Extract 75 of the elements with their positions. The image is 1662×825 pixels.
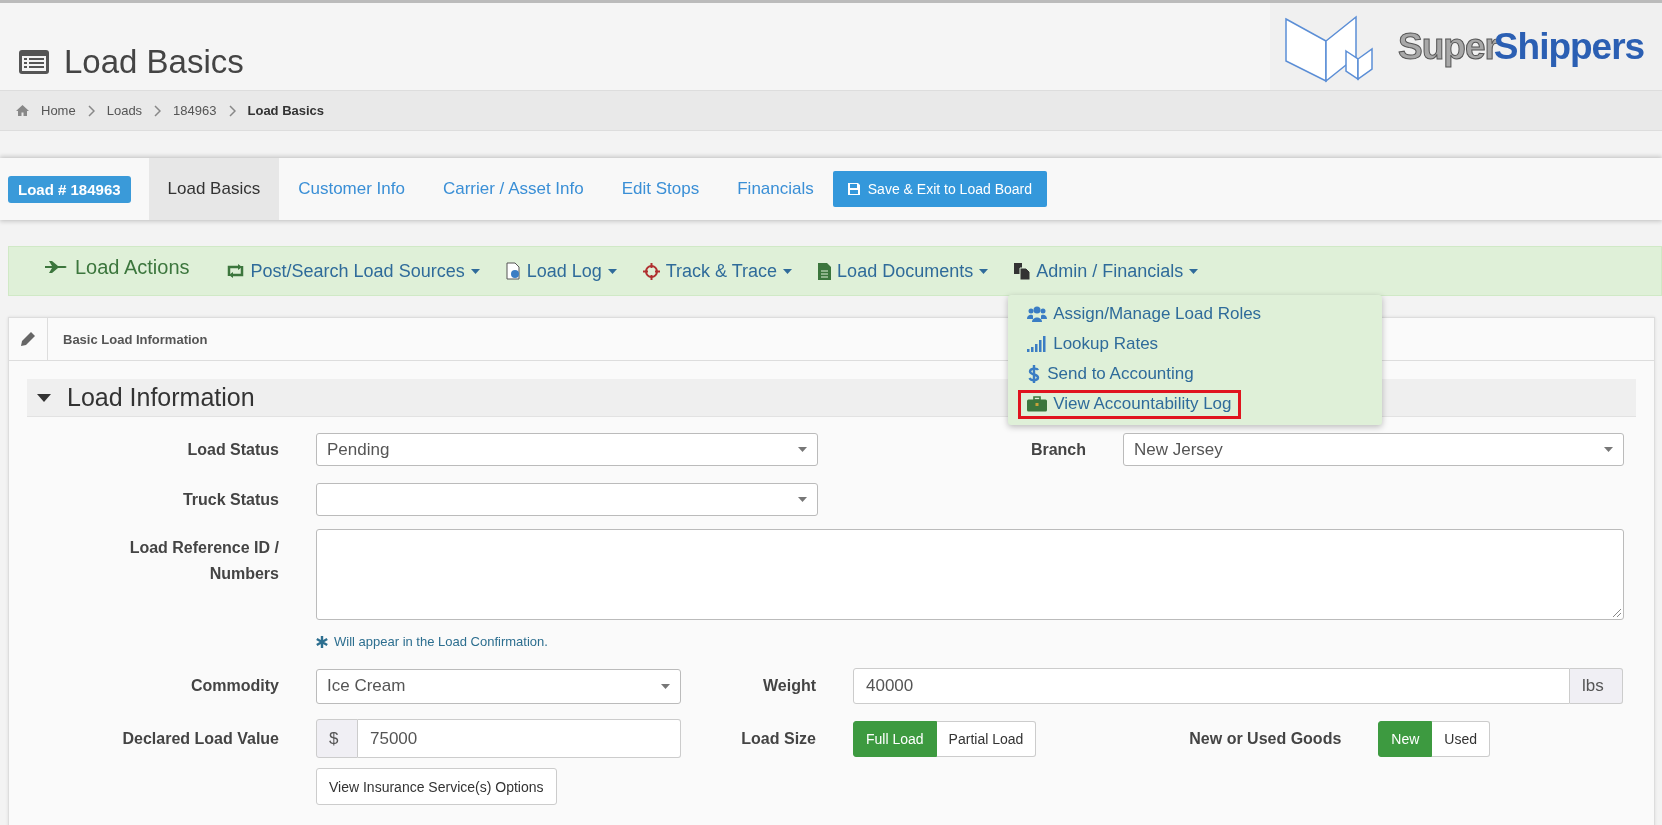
airplane-icon [45,261,67,273]
toggle-option[interactable]: Used [1432,720,1490,757]
load-number-badge: Load # 184963 [8,175,131,203]
hint-text: Will appear in the Load Confirmation. [334,634,548,649]
chevron-icon [154,104,162,117]
menu-item[interactable]: View Accountability Log [1018,389,1241,419]
breadcrumb-link[interactable]: Home [41,103,76,118]
repeat-arrows-icon [225,264,245,278]
field-label: Declared Load Value [121,729,279,748]
chevron-icon [87,104,95,117]
breadcrumb-link[interactable]: 184963 [173,103,217,118]
field-label: Load Reference ID / Numbers [128,538,279,584]
caret-icon [1604,447,1613,452]
load-actions-title: Load Actions [75,255,190,279]
field-label: New or Used Goods [1188,729,1342,748]
field-label: Weight [761,677,816,695]
caret-icon [607,268,617,274]
insurance-options-button[interactable]: View Insurance Service(s) Options [316,768,557,805]
company-logo: SuperShippers [1270,3,1662,90]
dollar-icon [1027,365,1042,383]
select-field[interactable]: Pending [316,433,818,466]
select-field[interactable] [316,483,818,516]
select-field[interactable]: Ice Cream [316,668,681,704]
pencil-icon [21,332,35,346]
tab[interactable]: Load Basics [148,158,280,220]
field-label: Branch [1029,440,1086,459]
caret-icon [1189,268,1199,274]
menu-button[interactable]: Admin / Financials [1014,260,1199,282]
menu-button[interactable]: Load Log [505,260,617,282]
breadcrumb-link[interactable]: Loads [106,103,143,118]
reference-textarea[interactable] [316,529,1624,620]
tab[interactable]: Customer Info [279,158,424,220]
briefcase-icon [1027,396,1048,412]
caret-icon [661,683,670,689]
breadcrumb-current: Load Basics [247,103,325,118]
signal-bars-icon [1027,336,1048,352]
menu-button[interactable]: Track & Trace [642,260,793,282]
field-label: Load Status [186,440,279,459]
caret-icon [798,497,807,502]
caret-icon [783,268,793,274]
caret-icon [979,268,989,274]
currency-prefix: $ [316,719,358,758]
document-globe-icon [505,262,521,280]
tab[interactable]: Edit Stops [602,158,719,220]
crosshair-icon [642,262,660,280]
toggle-option[interactable]: Partial Load [936,720,1037,757]
copy-document-icon [1014,262,1031,280]
save-icon [847,183,860,195]
asterisk-icon [316,635,328,648]
menu-item[interactable]: Lookup Rates [1018,329,1168,359]
menu-button[interactable]: Post/Search Load Sources [225,260,480,282]
field-label: Commodity [190,677,279,695]
chevron-icon [228,104,236,117]
caret-icon [798,447,807,452]
save-exit-button[interactable]: Save & Exit to Load Board [832,171,1047,207]
unit-label: lbs [1570,668,1623,704]
menu-button[interactable]: Load Documents [818,260,989,282]
tab[interactable]: Financials [718,158,833,220]
toggle-option[interactable]: Full Load [853,720,937,757]
list-icon [18,48,50,75]
home-icon [16,105,29,116]
resize-grip-icon [1613,609,1621,617]
select-field[interactable]: New Jersey [1123,433,1624,466]
field-label: Load Size [740,729,816,748]
weight-input[interactable]: 40000 [853,668,1570,704]
field-label: Truck Status [181,490,279,509]
caret-icon [470,268,480,274]
panel-title: Basic Load Information [62,331,208,347]
document-icon [818,262,832,280]
people-icon [1027,306,1048,322]
declared-value-input[interactable]: 75000 [358,719,681,758]
tab[interactable]: Carrier / Asset Info [423,158,603,220]
toggle-option[interactable]: New [1378,720,1433,757]
menu-item[interactable]: Assign/Manage Load Roles [1018,299,1271,329]
page-title: Load Basics [64,42,244,81]
